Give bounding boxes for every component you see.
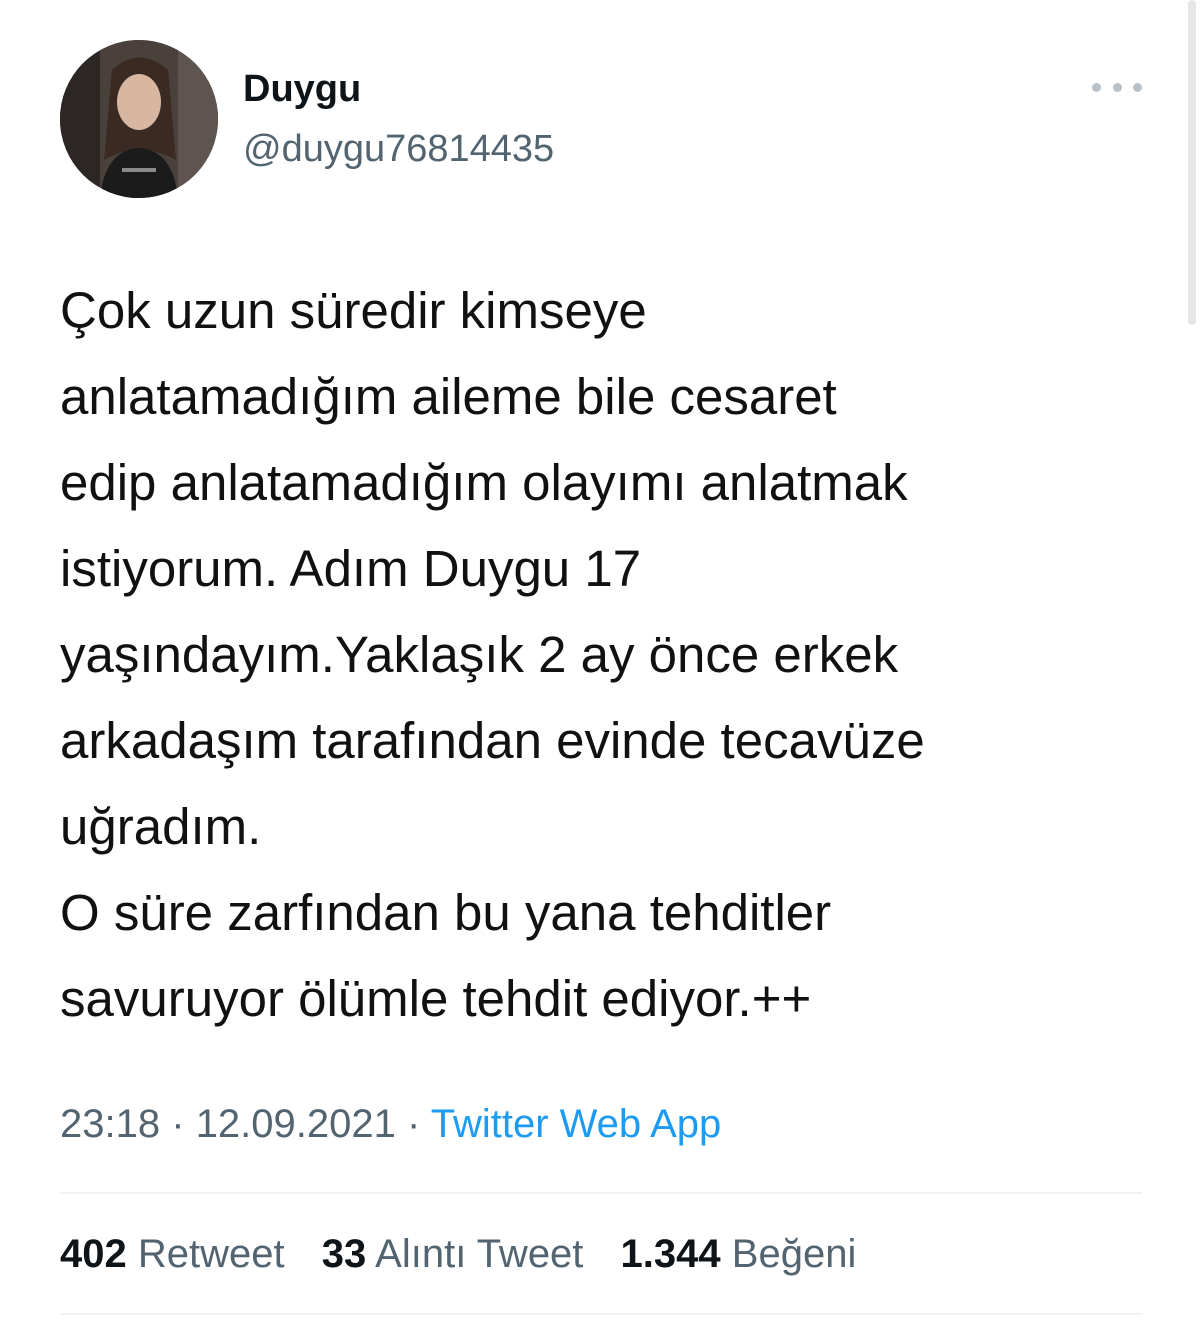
quotes-count: 33 xyxy=(321,1232,367,1276)
scrollbar[interactable] xyxy=(1188,0,1196,325)
tweet-card: Duygu @duygu76814435 Çok uzun süredir ki… xyxy=(0,0,1200,1336)
tweet-meta: 23:18 · 12.09.2021 · Twitter Web App xyxy=(60,1100,721,1148)
quotes-stat[interactable]: 33 Alıntı Tweet xyxy=(322,1230,584,1278)
more-dot xyxy=(1092,82,1101,92)
retweets-count: 402 xyxy=(60,1232,127,1276)
user-handle[interactable]: @duygu76814435 xyxy=(243,128,554,170)
tweet-source-link[interactable]: Twitter Web App xyxy=(431,1102,722,1146)
likes-label: Beğeni xyxy=(731,1232,857,1276)
tweet-date[interactable]: 12.09.2021 xyxy=(196,1102,396,1146)
retweets-label: Retweet xyxy=(137,1232,285,1276)
display-name[interactable]: Duygu xyxy=(243,68,361,110)
user-avatar[interactable] xyxy=(60,40,218,198)
meta-separator: · xyxy=(407,1102,421,1146)
more-dot xyxy=(1112,82,1122,92)
more-dots-icon[interactable] xyxy=(1092,74,1142,100)
likes-count: 1.344 xyxy=(620,1232,721,1276)
profile-photo xyxy=(60,40,218,198)
tweet-text: Çok uzun süredir kimseye anlatamadığım a… xyxy=(60,282,925,1027)
tweet-stats: 402 Retweet 33 Alıntı Tweet 1.344 Beğeni xyxy=(60,1230,882,1278)
divider xyxy=(60,1192,1142,1194)
quotes-label: Alıntı Tweet xyxy=(375,1232,584,1276)
more-dot xyxy=(1133,82,1142,92)
divider xyxy=(60,1313,1142,1315)
tweet-time[interactable]: 23:18 xyxy=(60,1102,160,1146)
retweets-stat[interactable]: 402 Retweet xyxy=(60,1230,285,1278)
likes-stat[interactable]: 1.344 Beğeni xyxy=(621,1230,857,1278)
meta-separator: · xyxy=(171,1102,185,1146)
